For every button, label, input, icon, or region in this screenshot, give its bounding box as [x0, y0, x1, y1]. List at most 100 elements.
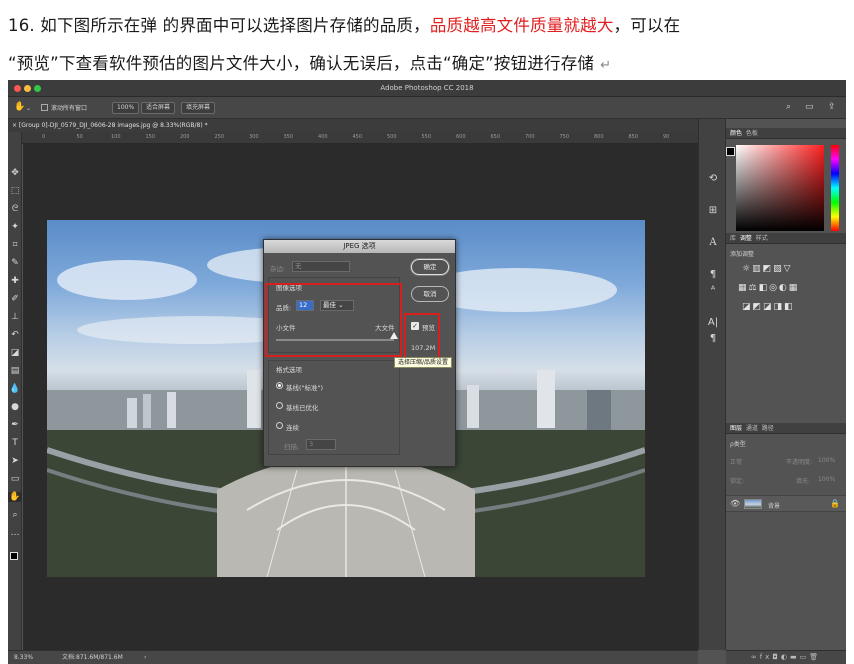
horizontal-ruler: 0 50 100 150 200 250 300 350 400 450 500 550 600 650 7… [22, 132, 698, 144]
paragraph-icon[interactable]: ¶ [699, 269, 727, 280]
window-titlebar: Adobe Photoshop CC 2018 [8, 80, 846, 97]
chevron-down-icon[interactable]: ⌄ [26, 105, 31, 112]
brush-icon[interactable]: ✐ [8, 294, 22, 304]
more-icon[interactable]: … [8, 528, 22, 538]
character-icon[interactable]: A [699, 237, 727, 248]
format-progressive-radio[interactable] [276, 422, 283, 429]
fill-value[interactable]: 100% [818, 476, 835, 483]
color-picker-field[interactable] [736, 145, 824, 231]
adjustment-icons-row-2[interactable]: ▦⚖◧◎◐▦ [738, 283, 799, 293]
ruler-tick-label: 150 [145, 134, 156, 140]
zoom-100-button[interactable]: 100% [112, 102, 140, 114]
adjustments-panel-tabs: 库 调整 样式 [726, 233, 846, 244]
scroll-all-checkbox[interactable] [41, 104, 48, 111]
adjustment-icons-row-3[interactable]: ◪◩◪◨◧ [742, 302, 795, 312]
foreground-background-swatch[interactable] [10, 552, 18, 560]
opacity-value[interactable]: 100% [818, 457, 835, 464]
workspace-icon[interactable]: ▭ [805, 102, 814, 112]
image-options-highlight [265, 283, 402, 357]
glyphs-icon[interactable]: ᴬ [699, 285, 727, 296]
fit-screen-button[interactable]: 适合屏幕 [141, 102, 176, 114]
matte-select[interactable]: 无 [292, 261, 350, 272]
ruler-tick-label: 350 [283, 134, 294, 140]
foreground-color-swatch[interactable] [726, 147, 735, 156]
layer-kind-filter[interactable]: ρ类型 [730, 439, 746, 448]
tab-paths[interactable]: 路径 [762, 425, 774, 432]
search-icon[interactable]: ⌕ [786, 102, 791, 112]
stamp-icon[interactable]: ⊥ [8, 312, 22, 322]
panel-icon-strip: ⟲ ⊞ A ¶ ᴬ A| ¶ [698, 119, 726, 650]
lasso-icon[interactable]: ᘓ [8, 204, 22, 214]
color-panel-tabs: 颜色 色板 [726, 128, 846, 139]
ruler-tick-label: 850 [628, 134, 639, 140]
zoom-icon[interactable]: ⌕ [8, 510, 22, 520]
marquee-icon[interactable]: ⬚ [8, 186, 22, 196]
tab-layers[interactable]: 图层 [730, 425, 742, 432]
tab-channels[interactable]: 通道 [746, 425, 758, 432]
dodge-icon[interactable]: ● [8, 402, 22, 412]
path-select-icon[interactable]: ➤ [8, 456, 22, 466]
eyedropper-icon[interactable]: ✎ [8, 258, 22, 268]
properties-icon[interactable]: ⊞ [699, 205, 727, 216]
doc-line-1-highlight: 品质越高文件质量就越大 [429, 16, 614, 35]
hand-tool-preset-icon[interactable]: ✋ [14, 102, 25, 112]
tab-libraries[interactable]: 库 [730, 235, 736, 242]
gradient-icon[interactable]: ▤ [8, 366, 22, 376]
ruler-tick-label: 500 [387, 134, 397, 140]
ruler-tick-label: 400 [318, 134, 328, 140]
ruler-tick-label: 450 [352, 134, 363, 140]
hand-icon[interactable]: ✋ [8, 492, 22, 502]
hue-slider[interactable] [831, 145, 839, 231]
ok-button[interactable]: 确定 [411, 259, 449, 275]
document-tab[interactable]: × [Group 0]-DJI_0579_DJI_0606-28 images.… [8, 119, 698, 132]
layers-footer-icons[interactable]: ∞fx◘◐▬▭🗑 [726, 650, 846, 664]
eraser-icon[interactable]: ◪ [8, 348, 22, 358]
status-menu-arrow[interactable]: › [144, 651, 146, 664]
character-style-icon[interactable]: A| [699, 317, 727, 328]
layer-row-background[interactable]: 👁 背景 🔒 [726, 495, 846, 512]
status-zoom[interactable]: 8.33% [14, 651, 33, 664]
format-baseline-radio[interactable] [276, 382, 283, 389]
lock-label: 锁定: [730, 478, 745, 485]
paragraph-style-icon[interactable]: ¶ [699, 333, 727, 344]
tab-adjustments[interactable]: 调整 [740, 235, 752, 242]
format-progressive-label: 连续 [286, 424, 299, 432]
crop-icon[interactable]: ⌗ [8, 240, 22, 250]
magic-wand-icon[interactable]: ✦ [8, 222, 22, 232]
ruler-tick-label: 750 [559, 134, 570, 140]
blend-mode-select[interactable]: 正常 [730, 457, 742, 466]
format-baseline-label: 基线("标准") [286, 384, 324, 392]
ruler-tick-label: 90 [663, 134, 670, 140]
shape-icon[interactable]: ▭ [8, 474, 22, 484]
ruler-tick-label: 250 [214, 134, 225, 140]
layer-name: 背景 [768, 503, 781, 510]
ruler-tick-label: 100 [111, 134, 121, 140]
layers-panel-tabs: 图层 通道 路径 [726, 423, 846, 434]
window-title: Adobe Photoshop CC 2018 [380, 84, 474, 92]
fill-screen-button[interactable]: 填充屏幕 [181, 102, 216, 114]
ruler-tick-label: 50 [76, 134, 83, 140]
return-mark-icon: ↵ [600, 58, 612, 73]
tab-color[interactable]: 颜色 [730, 130, 742, 137]
move-icon[interactable]: ✥ [8, 168, 22, 178]
adjustment-icons-row-1[interactable]: ☼▥◩▨▽ [742, 264, 793, 274]
pen-icon[interactable]: ✒ [8, 420, 22, 430]
tab-swatches[interactable]: 色板 [746, 130, 758, 137]
cancel-button[interactable]: 取消 [411, 286, 449, 302]
tab-styles[interactable]: 样式 [756, 235, 768, 242]
format-optimized-radio[interactable] [276, 402, 283, 409]
eye-visibility-icon[interactable]: 👁 [730, 499, 740, 508]
history-brush-icon[interactable]: ↶ [8, 330, 22, 340]
blur-icon[interactable]: 💧 [8, 384, 22, 394]
preview-highlight [404, 313, 440, 359]
history-icon[interactable]: ⟲ [699, 173, 727, 184]
scan-label: 扫描: [284, 443, 300, 451]
ruler-tick-label: 800 [594, 134, 604, 140]
share-icon[interactable]: ⇪ [828, 102, 836, 112]
add-adjustment-label: 添加调整 [730, 251, 755, 258]
type-icon[interactable]: T [8, 438, 22, 448]
ruler-tick-label: 700 [525, 134, 535, 140]
scan-select[interactable]: 3 [306, 439, 336, 450]
healing-icon[interactable]: ✚ [8, 276, 22, 286]
matte-label: 杂边: [270, 265, 286, 273]
